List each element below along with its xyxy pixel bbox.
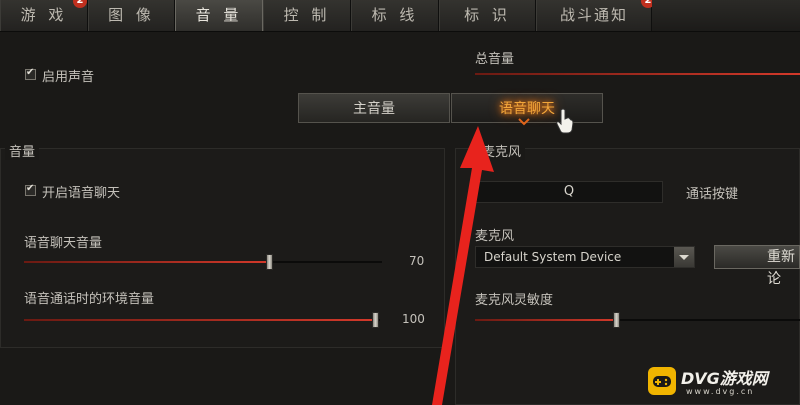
voice-volume-fill [24, 261, 270, 263]
push-to-talk-key-field[interactable]: Q [475, 181, 663, 203]
mic-sensitivity-slider[interactable] [475, 312, 800, 328]
watermark-text: DVG游戏网 [681, 369, 768, 388]
tab-label: 战斗通知 [559, 6, 628, 24]
voice-volume-thumb[interactable] [266, 254, 273, 270]
ambient-volume-slider[interactable] [24, 312, 380, 328]
ambient-volume-thumb[interactable] [372, 312, 379, 328]
master-volume-label: 总音量 [475, 52, 515, 67]
tab-graphics[interactable]: 图 像 [88, 0, 175, 31]
tab-markings[interactable]: 标 识 [439, 0, 536, 31]
subtab-main-volume[interactable]: 主音量 [298, 93, 450, 123]
voice-volume-slider[interactable] [24, 254, 382, 270]
tab-label: 标 线 [371, 6, 419, 24]
chevron-down-icon [518, 118, 530, 126]
tab-game[interactable]: 游 戏 2 [0, 0, 88, 31]
tabbar-empty [652, 0, 800, 31]
subtab-label: 主音量 [353, 101, 395, 117]
push-to-talk-label: 通话按键 [686, 187, 739, 202]
tab-label: 音 量 [195, 6, 243, 24]
master-volume-fill [475, 73, 800, 75]
tab-controls[interactable]: 控 制 [263, 0, 351, 31]
tab-label: 标 识 [464, 6, 511, 24]
refresh-devices-button[interactable]: 重新论 [714, 245, 800, 287]
master-volume-slider[interactable] [475, 73, 800, 75]
tab-label: 图 像 [108, 6, 155, 24]
red-annotation-arrow [432, 126, 494, 405]
tab-markers[interactable]: 标 线 [351, 0, 439, 31]
ambient-volume-label: 语音通话时的环境音量 [24, 292, 155, 307]
mic-sensitivity-thumb[interactable] [613, 312, 620, 328]
chevron-down-icon [679, 255, 689, 260]
push-to-talk-key: Q [563, 184, 575, 199]
notification-badge: 2 [73, 0, 87, 8]
tab-sound[interactable]: 音 量 [175, 0, 263, 31]
watermark-url: www.dvg.cn [686, 387, 755, 396]
dropdown-arrow-button[interactable] [674, 247, 694, 267]
gamepad-icon [648, 367, 676, 395]
tab-battle-notifications[interactable]: 战斗通知 2 [536, 0, 655, 31]
tab-label: 游 戏 [20, 6, 68, 24]
watermark: DVG游戏网 www.dvg.cn [648, 359, 800, 405]
enable-voice-checkbox[interactable] [25, 183, 36, 196]
microphone-device-value: Default System Device [484, 250, 622, 264]
top-tab-bar: 游 戏 2 图 像 音 量 控 制 标 线 标 识 战斗通知 2 [0, 0, 800, 32]
subtab-label: 语音聊天 [499, 101, 555, 117]
ambient-volume-fill [24, 319, 374, 321]
voice-volume-label: 语音聊天音量 [24, 236, 103, 251]
enable-sound-checkbox[interactable] [25, 67, 36, 80]
hand-cursor-icon [556, 108, 574, 134]
microphone-device-dropdown[interactable]: Default System Device [475, 246, 695, 268]
volume-panel-title: 音量 [5, 141, 40, 160]
enable-sound-label: 启用声音 [42, 70, 95, 85]
tab-label: 控 制 [283, 6, 331, 24]
enable-voice-label: 开启语音聊天 [42, 186, 121, 201]
